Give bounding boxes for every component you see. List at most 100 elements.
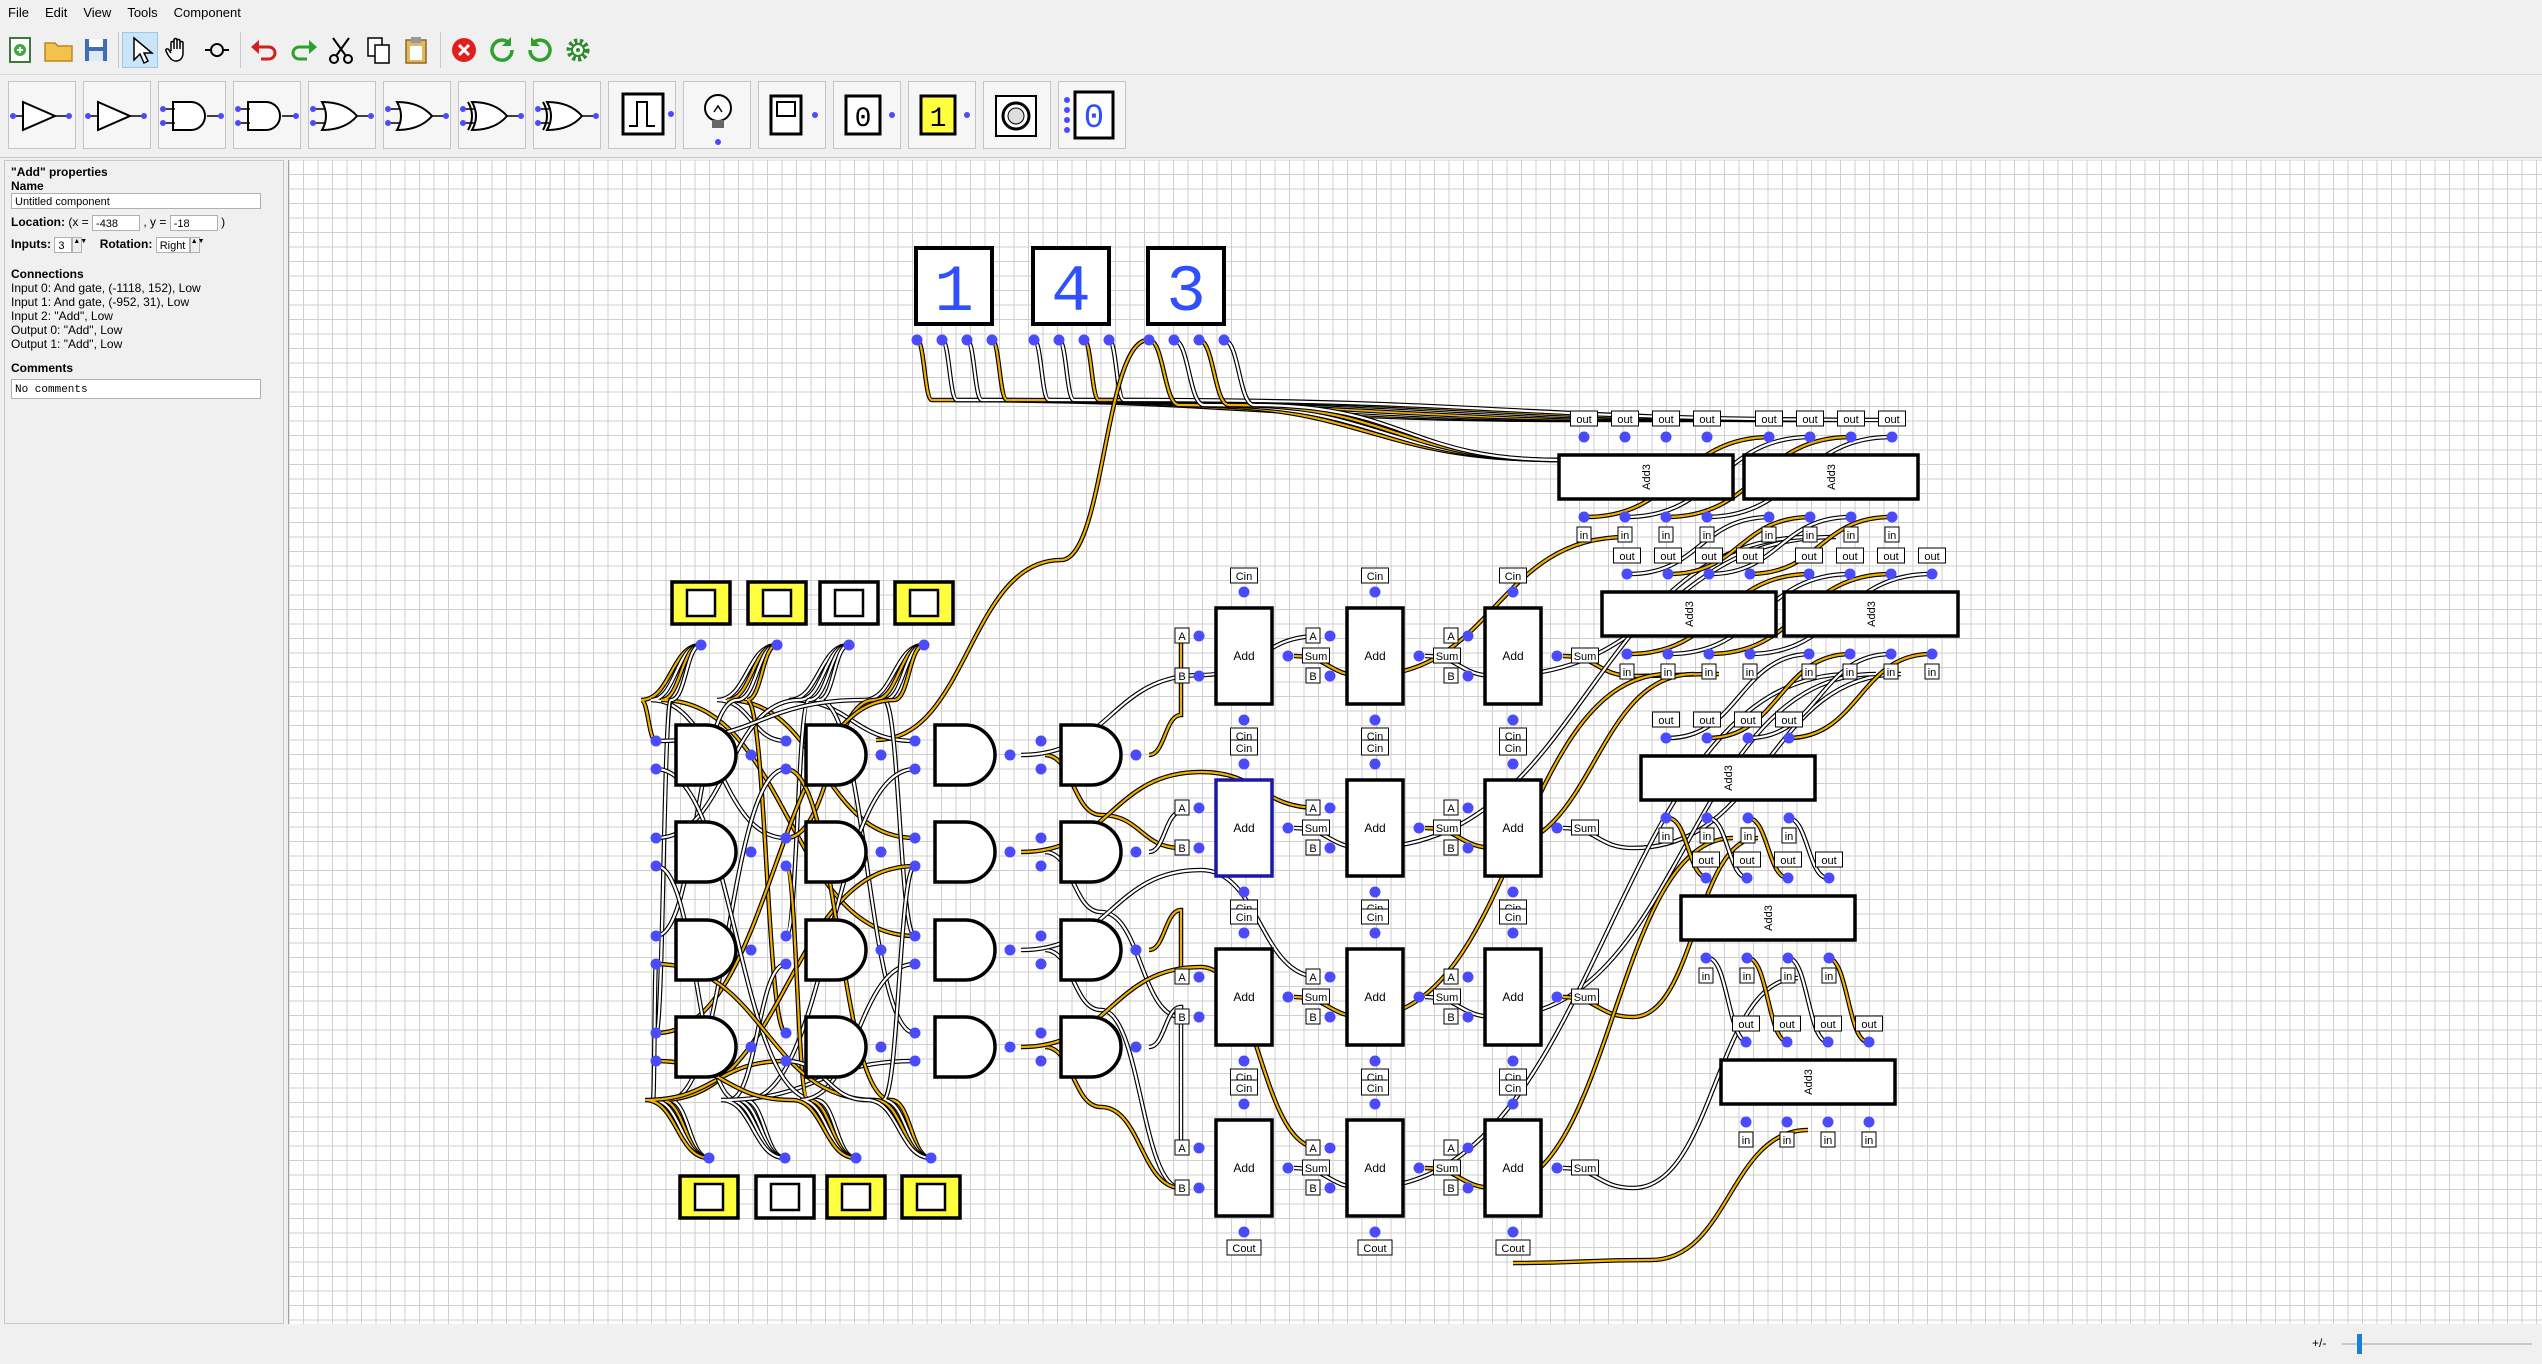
save-button[interactable] bbox=[78, 32, 114, 68]
connection-pin bbox=[1324, 971, 1336, 983]
palette-button[interactable] bbox=[983, 81, 1051, 149]
connection-pin bbox=[1926, 568, 1938, 580]
step-button[interactable] bbox=[522, 32, 558, 68]
palette-constant-zero[interactable]: 0 bbox=[833, 81, 901, 149]
connection-pin bbox=[1078, 334, 1090, 346]
connection-pin bbox=[1053, 334, 1065, 346]
pin-label-in: in bbox=[1623, 667, 1632, 679]
connection-pin bbox=[650, 930, 662, 942]
connection-item: Input 0: And gate, (-1118, 152), Low bbox=[11, 281, 201, 295]
connection-pin bbox=[961, 334, 973, 346]
location-x-input[interactable]: -438 bbox=[92, 215, 141, 231]
connection-pin bbox=[1282, 650, 1294, 662]
connection-pin bbox=[986, 334, 998, 346]
pin-label-in: in bbox=[1664, 667, 1673, 679]
connection-pin bbox=[1803, 568, 1815, 580]
connection-pin bbox=[1845, 511, 1857, 523]
adder-label: Add bbox=[1502, 990, 1523, 1004]
palette-toggle-switch[interactable] bbox=[758, 81, 826, 149]
menu-view[interactable]: View bbox=[75, 0, 119, 26]
stop-button[interactable] bbox=[446, 32, 482, 68]
palette-and-gate[interactable] bbox=[158, 81, 226, 149]
status-bar: +/- bbox=[0, 1326, 2542, 1364]
circuit-canvas[interactable]: 1 4 3 Add A B Sum Cin Cin Add A B Sum Cin Cin Add A B Sum C… bbox=[288, 160, 2542, 1324]
grid-lines bbox=[289, 160, 2542, 1324]
palette-or-gate[interactable] bbox=[308, 81, 376, 149]
undo-button[interactable] bbox=[246, 32, 282, 68]
new-file-button[interactable] bbox=[2, 32, 38, 68]
not-gate-icon bbox=[85, 100, 147, 132]
connection-pin bbox=[1700, 872, 1712, 884]
inputs-spinner[interactable]: 3 bbox=[54, 237, 73, 253]
connection-pin bbox=[1701, 511, 1713, 523]
palette-nor-gate[interactable] bbox=[383, 81, 451, 149]
palette-xnor-gate[interactable] bbox=[533, 81, 601, 149]
connection-pin bbox=[1742, 812, 1754, 824]
select-pointer-button[interactable] bbox=[122, 32, 158, 68]
palette-not-gate[interactable] bbox=[83, 81, 151, 149]
comments-field[interactable]: No comments bbox=[11, 379, 261, 399]
rotation-spinner[interactable]: Right bbox=[155, 237, 190, 253]
palette-buffer-gate[interactable] bbox=[8, 81, 76, 149]
connection-pin bbox=[1804, 511, 1816, 523]
zoom-slider-thumb[interactable] bbox=[2357, 1334, 2363, 1354]
connection-pin bbox=[780, 1055, 792, 1067]
connection-pin bbox=[1885, 568, 1897, 580]
circuit-drawing[interactable]: 1 4 3 Add A B Sum Cin Cin Add A B Sum Cin Cin Add A B Sum C… bbox=[289, 160, 2542, 1324]
reset-button[interactable] bbox=[484, 32, 520, 68]
cut-button[interactable] bbox=[322, 32, 358, 68]
copy-button[interactable] bbox=[360, 32, 396, 68]
palette-xor-gate[interactable] bbox=[458, 81, 526, 149]
and-gate bbox=[933, 1015, 997, 1079]
pin-label-in: in bbox=[1824, 1135, 1833, 1147]
pan-hand-button[interactable] bbox=[160, 32, 196, 68]
connection-pin bbox=[1462, 670, 1474, 682]
switch-lever bbox=[915, 1182, 947, 1212]
pin-label-out: out bbox=[1699, 715, 1714, 727]
pin-label-b: B bbox=[1447, 671, 1454, 683]
open-folder-button[interactable] bbox=[40, 32, 76, 68]
connection-pin bbox=[1193, 971, 1205, 983]
palette-light-bulb[interactable] bbox=[683, 81, 751, 149]
menu-file[interactable]: File bbox=[0, 0, 37, 26]
redo-button[interactable] bbox=[284, 32, 320, 68]
menu-bar: File Edit View Tools Component bbox=[0, 0, 2542, 26]
connections-list: Input 0: And gate, (-1118, 152), Low Inp… bbox=[11, 281, 277, 351]
connection-pin bbox=[1004, 749, 1016, 761]
inputs-spin-arrows-icon[interactable]: ▲▼ bbox=[72, 237, 87, 253]
menu-edit[interactable]: Edit bbox=[37, 0, 75, 26]
connection-pin bbox=[1507, 758, 1519, 770]
connection-pin bbox=[780, 735, 792, 747]
zoom-slider-track[interactable] bbox=[2342, 1343, 2532, 1345]
connection-pin bbox=[875, 846, 887, 858]
paste-button[interactable] bbox=[398, 32, 434, 68]
pin-label-out: out bbox=[1699, 414, 1714, 426]
name-input[interactable]: Untitled component bbox=[11, 193, 261, 209]
connection-pin bbox=[1926, 648, 1938, 660]
palette-nand-gate[interactable] bbox=[233, 81, 301, 149]
connection-pin bbox=[1193, 842, 1205, 854]
connection-pin bbox=[1324, 630, 1336, 642]
wire-loop-button[interactable] bbox=[198, 32, 234, 68]
pin-label-cin: Cin bbox=[1505, 743, 1522, 755]
settings-gear-button[interactable] bbox=[560, 32, 596, 68]
connection-pin bbox=[1462, 1142, 1474, 1154]
rotation-spin-arrows-icon[interactable]: ▲▼ bbox=[189, 237, 205, 253]
pin-label-cin: Cin bbox=[1367, 743, 1384, 755]
properties-panel: "Add" properties Name Untitled component… bbox=[4, 160, 284, 1324]
location-y-input[interactable]: -18 bbox=[169, 215, 218, 231]
location-suffix: ) bbox=[221, 215, 226, 230]
connection-pin bbox=[1660, 511, 1672, 523]
palette-clock[interactable] bbox=[608, 81, 676, 149]
palette-constant-one[interactable]: 1 bbox=[908, 81, 976, 149]
palette-seven-segment-display[interactable]: 0 bbox=[1058, 81, 1126, 149]
connection-pin bbox=[1028, 334, 1040, 346]
pin-label-sum: Sum bbox=[1574, 651, 1597, 663]
connection-pin bbox=[1035, 763, 1047, 775]
connection-pin bbox=[1035, 1027, 1047, 1039]
toolbar-separator bbox=[240, 32, 241, 68]
pin-label-cin: Cin bbox=[1505, 571, 1522, 583]
menu-component[interactable]: Component bbox=[166, 0, 249, 26]
menu-tools[interactable]: Tools bbox=[119, 0, 165, 26]
connection-pin bbox=[909, 1055, 921, 1067]
